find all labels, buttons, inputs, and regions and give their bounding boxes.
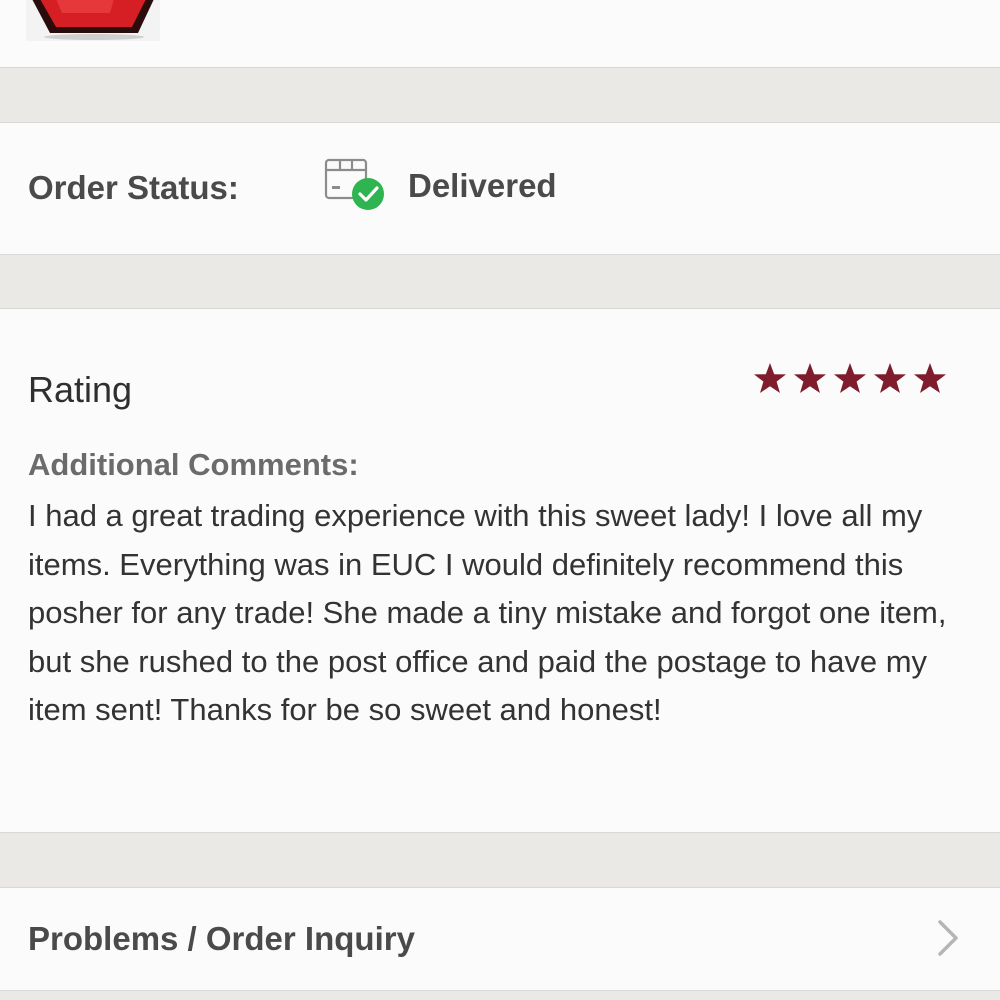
star-icon — [754, 363, 786, 393]
product-image — [26, 0, 160, 41]
order-item-card — [0, 0, 1000, 68]
package-delivered-icon — [322, 156, 386, 214]
additional-comments-text: I had a great trading experience with th… — [28, 498, 947, 727]
chevron-right-icon — [934, 918, 962, 958]
rating-card: Rating Additional Comments: I had a grea… — [0, 308, 1000, 833]
order-status-label: Order Status: — [28, 169, 239, 206]
order-status-card: Order Status: Delivered — [0, 122, 1000, 255]
problems-order-inquiry-row[interactable]: Problems / Order Inquiry — [0, 887, 1000, 991]
problems-order-inquiry-label: Problems / Order Inquiry — [28, 920, 415, 957]
additional-comments-heading: Additional Comments: — [28, 447, 359, 482]
star-rating — [752, 361, 948, 397]
star-icon — [914, 363, 946, 393]
rating-title: Rating — [28, 369, 133, 410]
order-status-value: Delivered — [408, 167, 557, 204]
star-icon — [834, 363, 866, 393]
star-icon — [874, 363, 906, 393]
star-icon — [794, 363, 826, 393]
product-thumbnail[interactable] — [26, 0, 160, 41]
